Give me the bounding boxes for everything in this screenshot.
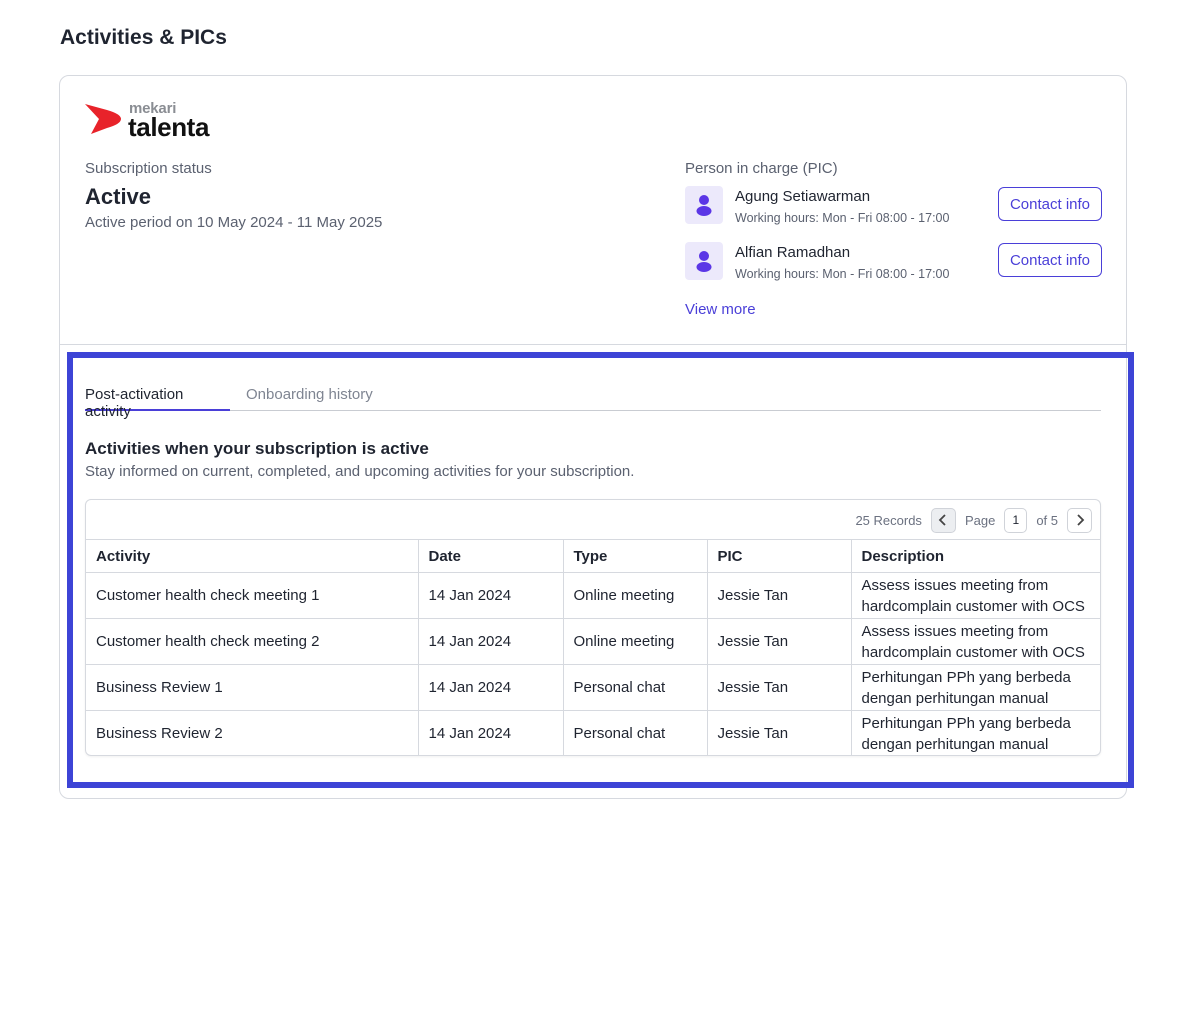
table-header-row: Activity Date Type PIC Description [86,539,1100,573]
logo-brand-name: talenta [128,112,210,142]
pic-working-hours: Working hours: Mon - Fri 08:00 - 17:00 [735,211,950,225]
cell-description: Perhitungan PPh yang berbeda dengan perh… [851,710,1100,755]
chevron-right-icon [1076,514,1084,526]
table-row[interactable]: Business Review 2 14 Jan 2024 Personal c… [86,710,1100,755]
column-header-date[interactable]: Date [418,539,564,573]
avatar [685,242,723,280]
column-header-pic[interactable]: PIC [707,539,852,573]
cell-date: 14 Jan 2024 [418,710,564,755]
cell-activity: Customer health check meeting 2 [86,618,419,665]
pic-label: Person in charge (PIC) [685,160,838,177]
pic-item: Alfian Ramadhan Working hours: Mon - Fri… [685,242,1102,282]
column-header-type[interactable]: Type [563,539,708,573]
cell-pic: Jessie Tan [707,710,852,755]
subscription-overview: mekari talenta Subscription status Activ… [60,76,1126,345]
activity-tabs: Post-activation activity Onboarding hist… [85,384,1101,420]
cell-date: 14 Jan 2024 [418,572,564,619]
page-label: Page [964,512,996,528]
cell-pic: Jessie Tan [707,572,852,619]
cell-description: Assess issues meeting from hardcomplain … [851,618,1100,665]
cell-type: Online meeting [563,618,708,665]
page-number-input[interactable]: 1 [1004,507,1028,533]
activities-table-container: 25 Records Page 1 of 5 Activity Date Typ… [85,499,1101,756]
tab-post-activation-activity[interactable]: Post-activation activity [85,386,230,420]
cell-pic: Jessie Tan [707,664,852,711]
contact-info-button[interactable]: Contact info [998,243,1102,277]
cell-description: Assess issues meeting from hardcomplain … [851,572,1100,619]
user-icon [696,251,712,272]
next-page-button[interactable] [1067,507,1092,533]
cell-date: 14 Jan 2024 [418,618,564,665]
section-title: Activities when your subscription is act… [85,439,429,458]
mekari-logo-mark-icon [85,104,121,134]
table-row[interactable]: Customer health check meeting 2 14 Jan 2… [86,618,1100,665]
activities-table: Activity Date Type PIC Description Custo… [86,539,1100,755]
page-total: of 5 [1036,512,1058,528]
subscription-status-label: Subscription status [85,160,212,177]
cell-pic: Jessie Tan [707,618,852,665]
cell-type: Personal chat [563,710,708,755]
talenta-logo: mekari talenta [85,100,255,142]
subscription-period: Active period on 10 May 2024 - 11 May 20… [85,214,383,231]
cell-activity: Business Review 2 [86,710,419,755]
pic-working-hours: Working hours: Mon - Fri 08:00 - 17:00 [735,267,950,281]
subscription-status-value: Active [85,184,152,209]
pic-item: Agung Setiawarman Working hours: Mon - F… [685,186,1102,226]
tab-onboarding-history[interactable]: Onboarding history [246,386,373,403]
cell-type: Online meeting [563,572,708,619]
view-more-link[interactable]: View more [685,301,756,318]
avatar [685,186,723,224]
column-header-activity[interactable]: Activity [86,539,419,573]
table-row[interactable]: Business Review 1 14 Jan 2024 Personal c… [86,664,1100,711]
pagination: 25 Records Page 1 of 5 [855,507,1092,533]
table-row[interactable]: Customer health check meeting 1 14 Jan 2… [86,572,1100,619]
contact-info-button[interactable]: Contact info [998,187,1102,221]
user-icon [696,195,712,216]
cell-activity: Business Review 1 [86,664,419,711]
pic-name: Agung Setiawarman [735,188,871,205]
page-title: Activities & PICs [60,26,227,49]
cell-activity: Customer health check meeting 1 [86,572,419,619]
pic-name: Alfian Ramadhan [735,244,851,261]
cell-date: 14 Jan 2024 [418,664,564,711]
records-count: 25 Records [855,512,922,528]
chevron-left-icon [939,514,947,526]
cell-type: Personal chat [563,664,708,711]
cell-description: Perhitungan PPh yang berbeda dengan perh… [851,664,1100,711]
section-description: Stay informed on current, completed, and… [85,463,635,480]
previous-page-button[interactable] [930,507,956,533]
column-header-description[interactable]: Description [851,539,1100,573]
